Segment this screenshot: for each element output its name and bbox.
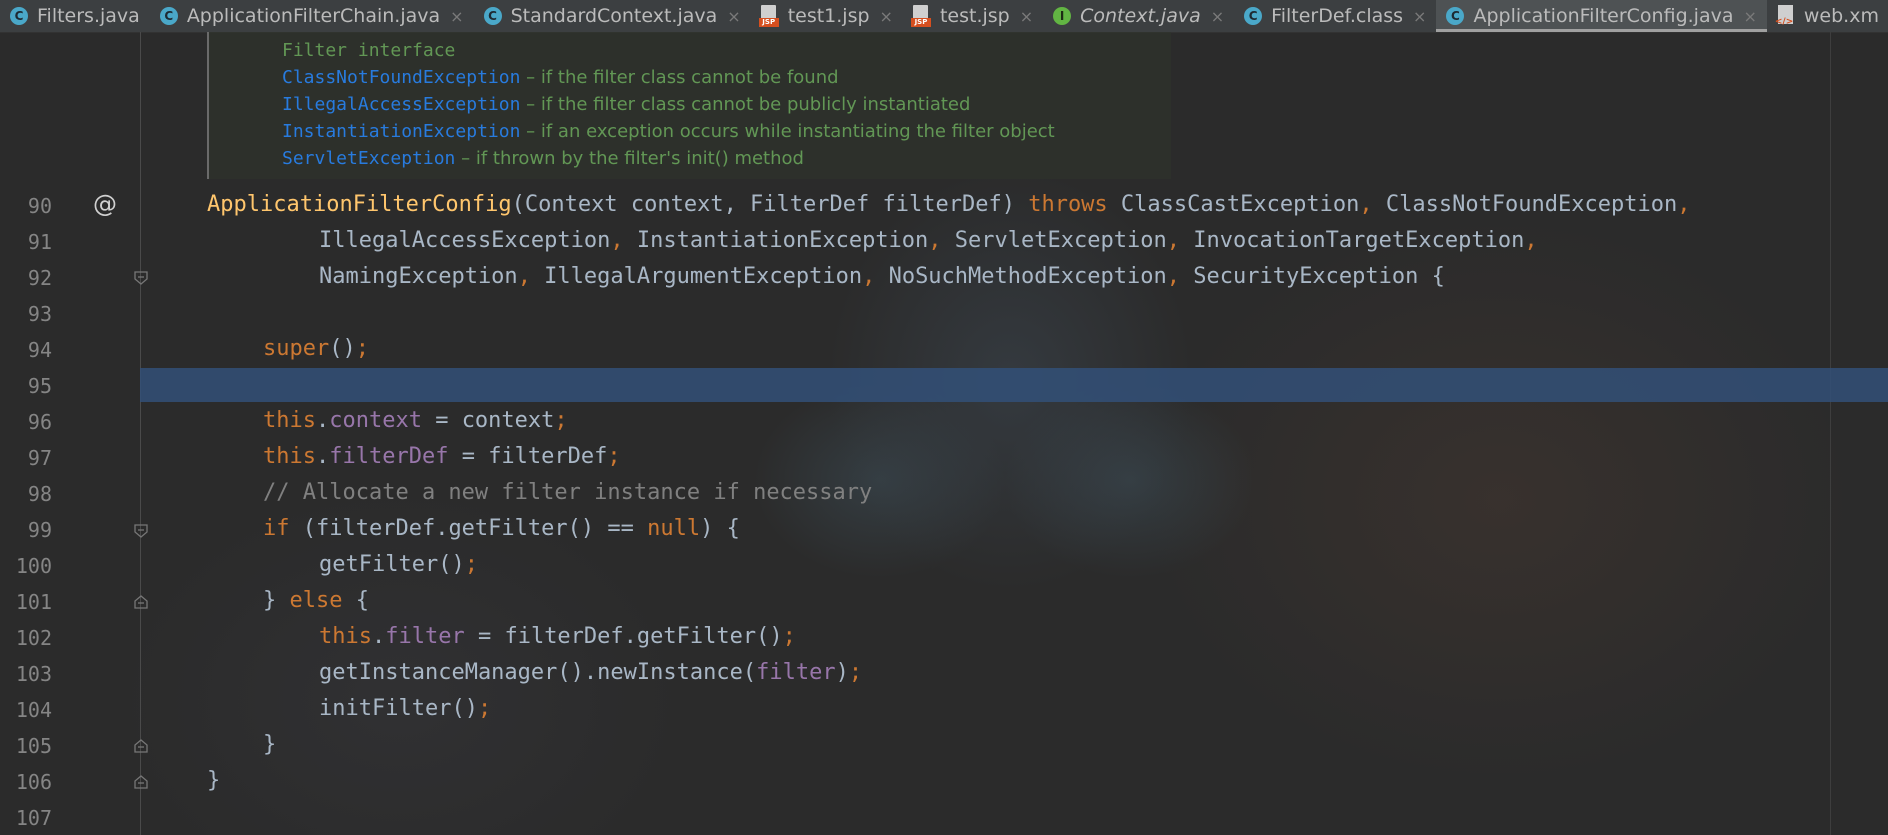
code-line-96[interactable]: this.context = context; (263, 408, 568, 433)
class-icon: C (8, 5, 30, 27)
override-annotation-icon[interactable]: @ (93, 190, 117, 218)
class-icon: C (1242, 5, 1264, 27)
tab-label: test.jsp (939, 5, 1010, 27)
line-number: 107 (15, 806, 52, 830)
close-icon[interactable]: × (727, 7, 740, 26)
tab-label: web.xm (1803, 5, 1879, 27)
line-number: 92 (27, 266, 52, 290)
tab-test-jsp[interactable]: JSP test.jsp × (903, 0, 1043, 32)
class-icon: C (158, 5, 180, 27)
rendered-javadoc: Filter interface ClassNotFoundException … (207, 32, 1171, 179)
code-line-101[interactable]: } else { (263, 588, 369, 613)
xml-icon: </> (1775, 5, 1797, 27)
javadoc-link[interactable]: ClassNotFoundException (282, 67, 520, 88)
line-number: 99 (27, 518, 52, 542)
javadoc-line: Filter interface (282, 40, 456, 61)
tab-applicationfilterconfig-java[interactable]: C ApplicationFilterConfig.java × (1436, 0, 1768, 32)
code-line-100[interactable]: getFilter(); (319, 552, 478, 577)
code-line-106[interactable]: } (207, 768, 220, 793)
javadoc-exception: IllegalAccessException – if the filter c… (282, 94, 971, 115)
close-icon[interactable]: × (880, 7, 893, 26)
code-line-94[interactable]: super(); (263, 336, 369, 361)
line-number: 106 (15, 770, 52, 794)
right-margin-guide (1830, 32, 1831, 835)
code-line-97[interactable]: this.filterDef = filterDef; (263, 444, 621, 469)
javadoc-exception: ClassNotFoundException – if the filter c… (282, 67, 839, 88)
line-number: 94 (27, 338, 52, 362)
line-number: 105 (15, 734, 52, 758)
fold-close-icon[interactable] (134, 775, 148, 789)
tab-label: Filters.java (37, 5, 140, 27)
code-line-103[interactable]: getInstanceManager().newInstance(filter)… (319, 660, 862, 685)
tab-filters-java[interactable]: C Filters.java (0, 0, 150, 32)
gutter-separator (140, 32, 141, 835)
javadoc-exception: InstantiationException – if an exception… (282, 121, 1055, 142)
line-number: 90 (27, 194, 52, 218)
code-line-92[interactable]: NamingException, IllegalArgumentExceptio… (319, 264, 1445, 289)
line-number: 91 (27, 230, 52, 254)
close-icon[interactable]: × (1020, 7, 1033, 26)
fold-close-icon[interactable] (134, 739, 148, 753)
close-icon[interactable]: × (1211, 7, 1224, 26)
code-line-104[interactable]: initFilter(); (319, 696, 491, 721)
class-icon: C (1444, 5, 1466, 27)
tab-label: FilterDef.class (1271, 5, 1404, 27)
code-line-102[interactable]: this.filter = filterDef.getFilter(); (319, 624, 796, 649)
jsp-icon: JSP (910, 5, 933, 27)
javadoc-link[interactable]: IllegalAccessException (282, 94, 520, 115)
line-number: 103 (15, 662, 52, 686)
tab-label: test1.jsp (787, 5, 870, 27)
close-icon[interactable]: × (1413, 7, 1426, 26)
line-number: 100 (15, 554, 52, 578)
tab-label: Context.java (1080, 5, 1201, 27)
tab-label: ApplicationFilterConfig.java (1473, 5, 1734, 27)
code-line-91[interactable]: IllegalAccessException, InstantiationExc… (319, 228, 1538, 253)
line-number: 101 (15, 590, 52, 614)
tab-applicationfilterchain-java[interactable]: C ApplicationFilterChain.java × (150, 0, 474, 32)
fold-open-icon[interactable] (134, 271, 148, 285)
caret-row-highlight (140, 368, 1888, 402)
tab-test1-jsp[interactable]: JSP test1.jsp × (751, 0, 903, 32)
line-number: 98 (27, 482, 52, 506)
fold-close-icon[interactable] (134, 595, 148, 609)
line-number: 102 (15, 626, 52, 650)
javadoc-link[interactable]: ServletException (282, 148, 455, 169)
tab-filterdef-class[interactable]: C FilterDef.class × (1234, 0, 1436, 32)
line-number: 96 (27, 410, 52, 434)
code-line-99[interactable]: if (filterDef.getFilter() == null) { (263, 516, 740, 541)
code-line-98[interactable]: // Allocate a new filter instance if nec… (263, 480, 872, 505)
tab-context-java[interactable]: I Context.java × (1043, 0, 1234, 32)
code-line-90[interactable]: ApplicationFilterConfig(Context context,… (207, 192, 1691, 217)
tab-label: StandardContext.java (510, 5, 718, 27)
tab-label: ApplicationFilterChain.java (186, 5, 441, 27)
line-number: 95 (27, 374, 52, 398)
jsp-icon: JSP (758, 5, 781, 27)
editor-tab-bar: C Filters.java C ApplicationFilterChain.… (0, 0, 1888, 33)
code-line-105[interactable]: } (263, 732, 276, 757)
class-icon: C (482, 5, 504, 27)
tab-standardcontext-java[interactable]: C StandardContext.java × (474, 0, 751, 32)
interface-icon: I (1051, 5, 1073, 27)
line-number: 93 (27, 302, 52, 326)
javadoc-exception: ServletException – if thrown by the filt… (282, 148, 804, 169)
tab-web-xml[interactable]: </> web.xm (1767, 0, 1888, 32)
close-icon[interactable]: × (450, 7, 463, 26)
fold-open-icon[interactable] (134, 524, 148, 538)
javadoc-link[interactable]: InstantiationException (282, 121, 520, 142)
line-number: 104 (15, 698, 52, 722)
javadoc-rule (207, 32, 209, 179)
line-number: 97 (27, 446, 52, 470)
close-icon[interactable]: × (1743, 7, 1756, 26)
